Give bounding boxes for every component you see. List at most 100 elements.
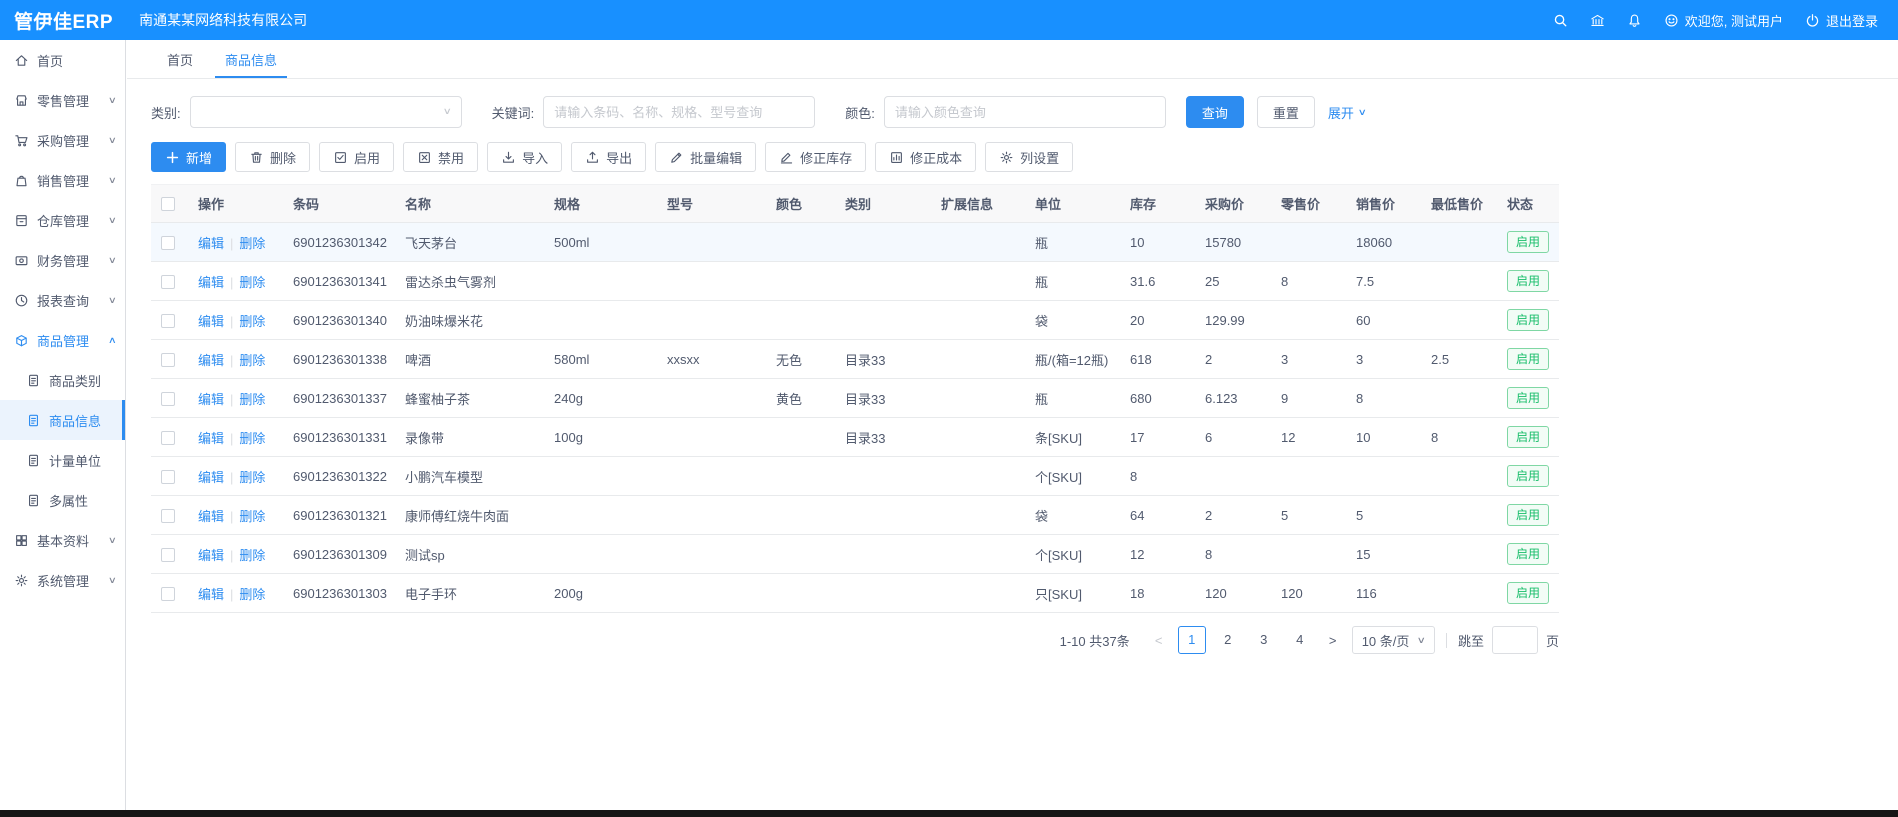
row-checkbox[interactable] — [161, 470, 175, 484]
delete-link[interactable]: 删除 — [239, 236, 265, 251]
cell-category — [835, 574, 931, 613]
edit-link[interactable]: 编辑 — [198, 392, 224, 407]
fix-stock-button[interactable]: 修正库存 — [765, 142, 866, 172]
enable-button[interactable]: 启用 — [319, 142, 394, 172]
table-row: 编辑|删除6901236301309测试sp个[SKU]12815启用 — [151, 535, 1559, 574]
delete-link[interactable]: 删除 — [239, 509, 265, 524]
edit-link[interactable]: 编辑 — [198, 470, 224, 485]
edit-link[interactable]: 编辑 — [198, 587, 224, 602]
category-select[interactable]: ∨ — [190, 96, 462, 128]
export-button[interactable]: 导出 — [571, 142, 646, 172]
delete-link[interactable]: 删除 — [239, 470, 265, 485]
chart-square-icon — [889, 150, 904, 165]
page-3-button[interactable]: 3 — [1250, 626, 1278, 654]
sidebar-item-home[interactable]: 首页 — [0, 40, 125, 80]
expand-link[interactable]: 展开∨ — [1328, 103, 1366, 122]
cell-model — [657, 535, 766, 574]
add-button[interactable]: 新增 — [151, 142, 226, 172]
delete-link[interactable]: 删除 — [239, 314, 265, 329]
sidebar-item-system[interactable]: 系统管理∨ — [0, 560, 125, 600]
smiley-icon — [1664, 13, 1679, 28]
import-button[interactable]: 导入 — [487, 142, 562, 172]
cell-actions: 编辑|删除 — [188, 496, 283, 535]
search-button[interactable] — [1553, 13, 1568, 28]
delete-link[interactable]: 删除 — [239, 353, 265, 368]
cell-actions: 编辑|删除 — [188, 535, 283, 574]
color-input[interactable] — [884, 96, 1166, 128]
bell-button[interactable] — [1627, 13, 1642, 28]
edit-link[interactable]: 编辑 — [198, 353, 224, 368]
reset-button[interactable]: 重置 — [1257, 96, 1315, 128]
row-checkbox[interactable] — [161, 587, 175, 601]
jump-page-input[interactable] — [1492, 626, 1538, 654]
delete-link[interactable]: 删除 — [239, 548, 265, 563]
logout-button[interactable]: 退出登录 — [1805, 11, 1878, 30]
delete-link[interactable]: 删除 — [239, 431, 265, 446]
sidebar-item-goods-info[interactable]: 商品信息 — [0, 400, 125, 440]
select-all-checkbox[interactable] — [161, 197, 175, 211]
row-checkbox[interactable] — [161, 275, 175, 289]
sidebar-subitem-label: 计量单位 — [49, 451, 101, 470]
sidebar-item-reports[interactable]: 报表查询∨ — [0, 280, 125, 320]
system-icon — [14, 573, 29, 588]
delete-link[interactable]: 删除 — [239, 275, 265, 290]
keyword-input[interactable] — [543, 96, 815, 128]
sidebar-item-retail[interactable]: 零售管理∨ — [0, 80, 125, 120]
edit-link[interactable]: 编辑 — [198, 509, 224, 524]
cell-purchase: 15780 — [1195, 223, 1271, 262]
sidebar-item-purchase[interactable]: 采购管理∨ — [0, 120, 125, 160]
sidebar-item-basic-data[interactable]: 基本资料∨ — [0, 520, 125, 560]
cell-sale: 7.5 — [1346, 262, 1421, 301]
sidebar-item-label: 商品管理 — [37, 331, 89, 350]
sidebar-item-goods[interactable]: 商品管理∧ — [0, 320, 125, 360]
tab-goods-info[interactable]: 商品信息 — [209, 40, 293, 78]
tab-home[interactable]: 首页 — [151, 40, 209, 78]
row-checkbox[interactable] — [161, 236, 175, 250]
cell-status: 启用 — [1497, 262, 1559, 301]
column-settings-button[interactable]: 列设置 — [985, 142, 1073, 172]
edit-link[interactable]: 编辑 — [198, 431, 224, 446]
row-checkbox[interactable] — [161, 548, 175, 562]
row-checkbox[interactable] — [161, 392, 175, 406]
cell-name: 雷达杀虫气雾剂 — [395, 262, 544, 301]
cell-min — [1421, 379, 1497, 418]
page-size-select[interactable]: 10 条/页∨ — [1352, 626, 1435, 654]
goods-icon — [14, 333, 29, 348]
delete-button[interactable]: 删除 — [235, 142, 310, 172]
sidebar-item-measure-units[interactable]: 计量单位 — [0, 440, 125, 480]
page-1-button[interactable]: 1 — [1178, 626, 1206, 654]
edit-link[interactable]: 编辑 — [198, 548, 224, 563]
status-badge: 启用 — [1507, 582, 1549, 604]
edit-link[interactable]: 编辑 — [198, 236, 224, 251]
cell-stock: 8 — [1120, 457, 1195, 496]
sidebar-item-sales[interactable]: 销售管理∨ — [0, 160, 125, 200]
pencil-line-icon — [779, 150, 794, 165]
cell-actions: 编辑|删除 — [188, 457, 283, 496]
next-page-button[interactable]: > — [1322, 633, 1344, 648]
delete-link[interactable]: 删除 — [239, 392, 265, 407]
page-2-button[interactable]: 2 — [1214, 626, 1242, 654]
sidebar-item-multi-attributes[interactable]: 多属性 — [0, 480, 125, 520]
row-checkbox[interactable] — [161, 509, 175, 523]
disable-button[interactable]: 禁用 — [403, 142, 478, 172]
batch-edit-button[interactable]: 批量编辑 — [655, 142, 756, 172]
page-4-button[interactable]: 4 — [1286, 626, 1314, 654]
sidebar-item-warehouse[interactable]: 仓库管理∨ — [0, 200, 125, 240]
prev-page-button[interactable]: < — [1148, 633, 1170, 648]
sidebar-item-finance[interactable]: 财务管理∨ — [0, 240, 125, 280]
sidebar-item-goods-category[interactable]: 商品类别 — [0, 360, 125, 400]
cell-category — [835, 262, 931, 301]
delete-link[interactable]: 删除 — [239, 587, 265, 602]
row-checkbox[interactable] — [161, 314, 175, 328]
bank-button[interactable] — [1590, 13, 1605, 28]
fix-cost-button[interactable]: 修正成本 — [875, 142, 976, 172]
cell-retail: 5 — [1271, 496, 1346, 535]
edit-link[interactable]: 编辑 — [198, 314, 224, 329]
search-button[interactable]: 查询 — [1186, 96, 1244, 128]
row-checkbox[interactable] — [161, 353, 175, 367]
welcome-user[interactable]: 欢迎您, 测试用户 — [1664, 11, 1783, 30]
column-header: 型号 — [657, 185, 766, 223]
cell-ext — [931, 340, 1025, 379]
edit-link[interactable]: 编辑 — [198, 275, 224, 290]
row-checkbox[interactable] — [161, 431, 175, 445]
